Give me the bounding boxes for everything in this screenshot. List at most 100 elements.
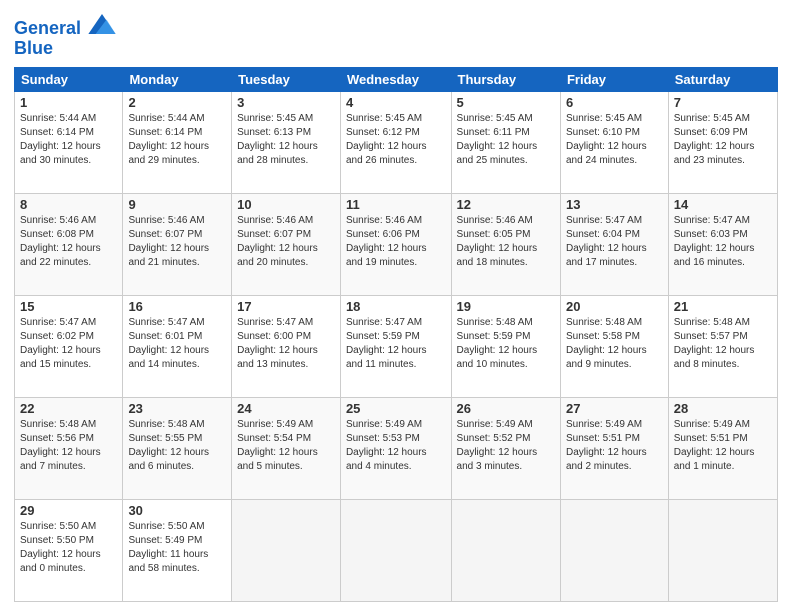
day-info: Sunrise: 5:50 AMSunset: 5:49 PMDaylight:… bbox=[128, 520, 226, 576]
day-number: 5 bbox=[457, 95, 555, 110]
calendar-cell: 30 Sunrise: 5:50 AMSunset: 5:49 PMDayligh… bbox=[123, 499, 232, 601]
day-info: Sunrise: 5:48 AMSunset: 5:58 PMDaylight:… bbox=[566, 316, 663, 372]
day-number: 19 bbox=[457, 299, 555, 314]
calendar-cell: 3 Sunrise: 5:45 AMSunset: 6:13 PMDaylight… bbox=[232, 91, 341, 193]
week-row-5: 29 Sunrise: 5:50 AMSunset: 5:50 PMDayligh… bbox=[15, 499, 778, 601]
weekday-wednesday: Wednesday bbox=[340, 67, 451, 91]
calendar-cell: 13 Sunrise: 5:47 AMSunset: 6:04 PMDayligh… bbox=[560, 193, 668, 295]
day-info: Sunrise: 5:45 AMSunset: 6:12 PMDaylight:… bbox=[346, 112, 446, 168]
day-info: Sunrise: 5:48 AMSunset: 5:56 PMDaylight:… bbox=[20, 418, 117, 474]
weekday-monday: Monday bbox=[123, 67, 232, 91]
day-number: 30 bbox=[128, 503, 226, 518]
day-info: Sunrise: 5:47 AMSunset: 6:02 PMDaylight:… bbox=[20, 316, 117, 372]
day-number: 10 bbox=[237, 197, 335, 212]
day-info: Sunrise: 5:44 AMSunset: 6:14 PMDaylight:… bbox=[128, 112, 226, 168]
calendar-cell: 12 Sunrise: 5:46 AMSunset: 6:05 PMDayligh… bbox=[451, 193, 560, 295]
logo-icon bbox=[88, 14, 116, 34]
day-number: 28 bbox=[674, 401, 772, 416]
day-number: 20 bbox=[566, 299, 663, 314]
calendar-cell bbox=[668, 499, 777, 601]
day-number: 13 bbox=[566, 197, 663, 212]
day-info: Sunrise: 5:49 AMSunset: 5:53 PMDaylight:… bbox=[346, 418, 446, 474]
calendar-cell: 8Sunrise: 5:46 AMSunset: 6:08 PMDaylight… bbox=[15, 193, 123, 295]
calendar-cell: 5 Sunrise: 5:45 AMSunset: 6:11 PMDaylight… bbox=[451, 91, 560, 193]
calendar-cell: 23 Sunrise: 5:48 AMSunset: 5:55 PMDayligh… bbox=[123, 397, 232, 499]
calendar-cell bbox=[560, 499, 668, 601]
week-row-3: 15 Sunrise: 5:47 AMSunset: 6:02 PMDayligh… bbox=[15, 295, 778, 397]
calendar-cell: 21 Sunrise: 5:48 AMSunset: 5:57 PMDayligh… bbox=[668, 295, 777, 397]
day-number: 9 bbox=[128, 197, 226, 212]
calendar-cell: 26 Sunrise: 5:49 AMSunset: 5:52 PMDayligh… bbox=[451, 397, 560, 499]
logo-text: General bbox=[14, 14, 116, 39]
day-number: 23 bbox=[128, 401, 226, 416]
calendar-cell: 22 Sunrise: 5:48 AMSunset: 5:56 PMDayligh… bbox=[15, 397, 123, 499]
calendar-cell: 6 Sunrise: 5:45 AMSunset: 6:10 PMDaylight… bbox=[560, 91, 668, 193]
day-info: Sunrise: 5:48 AMSunset: 5:59 PMDaylight:… bbox=[457, 316, 555, 372]
weekday-header-row: SundayMondayTuesdayWednesdayThursdayFrid… bbox=[15, 67, 778, 91]
day-info: Sunrise: 5:46 AMSunset: 6:07 PMDaylight:… bbox=[237, 214, 335, 270]
calendar-table: SundayMondayTuesdayWednesdayThursdayFrid… bbox=[14, 67, 778, 602]
day-number: 12 bbox=[457, 197, 555, 212]
day-info: Sunrise: 5:49 AMSunset: 5:51 PMDaylight:… bbox=[674, 418, 772, 474]
day-info: Sunrise: 5:46 AMSunset: 6:06 PMDaylight:… bbox=[346, 214, 446, 270]
calendar-cell: 7 Sunrise: 5:45 AMSunset: 6:09 PMDaylight… bbox=[668, 91, 777, 193]
day-number: 18 bbox=[346, 299, 446, 314]
calendar-cell: 14Sunrise: 5:47 AMSunset: 6:03 PMDayligh… bbox=[668, 193, 777, 295]
day-number: 21 bbox=[674, 299, 772, 314]
day-info: Sunrise: 5:47 AMSunset: 6:01 PMDaylight:… bbox=[128, 316, 226, 372]
day-number: 7 bbox=[674, 95, 772, 110]
logo: General Blue bbox=[14, 14, 116, 59]
calendar-cell: 18Sunrise: 5:47 AMSunset: 5:59 PMDayligh… bbox=[340, 295, 451, 397]
weekday-sunday: Sunday bbox=[15, 67, 123, 91]
calendar-cell: 20 Sunrise: 5:48 AMSunset: 5:58 PMDayligh… bbox=[560, 295, 668, 397]
day-info: Sunrise: 5:45 AMSunset: 6:09 PMDaylight:… bbox=[674, 112, 772, 168]
day-info: Sunrise: 5:48 AMSunset: 5:57 PMDaylight:… bbox=[674, 316, 772, 372]
calendar-cell: 4 Sunrise: 5:45 AMSunset: 6:12 PMDaylight… bbox=[340, 91, 451, 193]
week-row-1: 1 Sunrise: 5:44 AMSunset: 6:14 PMDaylight… bbox=[15, 91, 778, 193]
day-number: 26 bbox=[457, 401, 555, 416]
day-number: 27 bbox=[566, 401, 663, 416]
day-number: 15 bbox=[20, 299, 117, 314]
day-info: Sunrise: 5:48 AMSunset: 5:55 PMDaylight:… bbox=[128, 418, 226, 474]
calendar-cell: 10 Sunrise: 5:46 AMSunset: 6:07 PMDayligh… bbox=[232, 193, 341, 295]
day-info: Sunrise: 5:46 AMSunset: 6:08 PMDaylight:… bbox=[20, 214, 117, 270]
calendar-cell: 9Sunrise: 5:46 AMSunset: 6:07 PMDaylight… bbox=[123, 193, 232, 295]
day-info: Sunrise: 5:47 AMSunset: 6:00 PMDaylight:… bbox=[237, 316, 335, 372]
day-number: 25 bbox=[346, 401, 446, 416]
day-info: Sunrise: 5:45 AMSunset: 6:11 PMDaylight:… bbox=[457, 112, 555, 168]
calendar-cell: 24Sunrise: 5:49 AMSunset: 5:54 PMDayligh… bbox=[232, 397, 341, 499]
day-number: 14 bbox=[674, 197, 772, 212]
calendar-cell: 2 Sunrise: 5:44 AMSunset: 6:14 PMDaylight… bbox=[123, 91, 232, 193]
day-info: Sunrise: 5:49 AMSunset: 5:52 PMDaylight:… bbox=[457, 418, 555, 474]
logo-blue: Blue bbox=[14, 39, 116, 59]
calendar-cell: 1Sunrise: 5:44 AMSunset: 6:14 PMDaylight… bbox=[15, 91, 123, 193]
calendar-cell: 16Sunrise: 5:47 AMSunset: 6:01 PMDayligh… bbox=[123, 295, 232, 397]
weekday-friday: Friday bbox=[560, 67, 668, 91]
day-number: 17 bbox=[237, 299, 335, 314]
weekday-saturday: Saturday bbox=[668, 67, 777, 91]
day-number: 2 bbox=[128, 95, 226, 110]
week-row-2: 8Sunrise: 5:46 AMSunset: 6:08 PMDaylight… bbox=[15, 193, 778, 295]
day-number: 11 bbox=[346, 197, 446, 212]
day-info: Sunrise: 5:47 AMSunset: 6:04 PMDaylight:… bbox=[566, 214, 663, 270]
day-number: 6 bbox=[566, 95, 663, 110]
calendar-cell: 11 Sunrise: 5:46 AMSunset: 6:06 PMDayligh… bbox=[340, 193, 451, 295]
week-row-4: 22 Sunrise: 5:48 AMSunset: 5:56 PMDayligh… bbox=[15, 397, 778, 499]
day-number: 1 bbox=[20, 95, 117, 110]
day-number: 24 bbox=[237, 401, 335, 416]
page: General Blue SundayMondayTuesdayWednesda… bbox=[0, 0, 792, 612]
calendar-cell: 29 Sunrise: 5:50 AMSunset: 5:50 PMDayligh… bbox=[15, 499, 123, 601]
day-number: 29 bbox=[20, 503, 117, 518]
header: General Blue bbox=[14, 10, 778, 59]
calendar-cell: 27Sunrise: 5:49 AMSunset: 5:51 PMDayligh… bbox=[560, 397, 668, 499]
weekday-thursday: Thursday bbox=[451, 67, 560, 91]
calendar-cell: 28 Sunrise: 5:49 AMSunset: 5:51 PMDayligh… bbox=[668, 397, 777, 499]
day-info: Sunrise: 5:45 AMSunset: 6:13 PMDaylight:… bbox=[237, 112, 335, 168]
calendar-cell: 17 Sunrise: 5:47 AMSunset: 6:00 PMDayligh… bbox=[232, 295, 341, 397]
day-info: Sunrise: 5:45 AMSunset: 6:10 PMDaylight:… bbox=[566, 112, 663, 168]
day-number: 4 bbox=[346, 95, 446, 110]
day-number: 22 bbox=[20, 401, 117, 416]
day-info: Sunrise: 5:50 AMSunset: 5:50 PMDaylight:… bbox=[20, 520, 117, 576]
day-number: 3 bbox=[237, 95, 335, 110]
day-info: Sunrise: 5:46 AMSunset: 6:05 PMDaylight:… bbox=[457, 214, 555, 270]
